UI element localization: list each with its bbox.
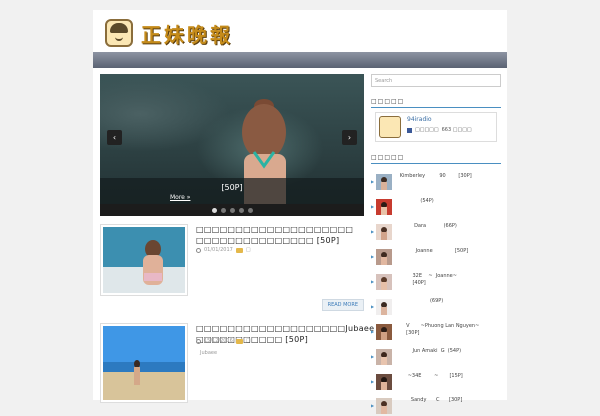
list-item[interactable]: ▶ Dara (66P) <box>371 222 501 242</box>
bullet-arrow-icon: ▶ <box>371 329 375 334</box>
bullet-arrow-icon: ▶ <box>371 179 375 184</box>
post-meta: 15/12/2016 □ <box>196 338 251 344</box>
post-thumbnail-image <box>103 227 185 293</box>
featured-slider[interactable]: [50P] More » ‹ › <box>100 74 364 216</box>
list-thumbnail <box>376 224 392 240</box>
list-item-title: ~34E ~ [15P] <box>395 373 463 379</box>
list-thumbnail <box>376 249 392 265</box>
list-item-title: Kimberley 90 [30P] <box>395 173 472 179</box>
post-category[interactable]: □ <box>246 338 251 344</box>
slider-pager <box>100 204 364 216</box>
widget-title: □□□□□ <box>371 98 501 108</box>
list-thumbnail <box>376 299 392 315</box>
slider-next-button[interactable]: › <box>342 130 357 145</box>
read-more-button[interactable]: READ MORE <box>321 299 364 311</box>
post-thumbnail-image <box>103 326 185 400</box>
list-item-title: Joanne [50P] <box>395 248 469 254</box>
list-item-title: Sandy C [30P] <box>395 397 463 403</box>
bullet-arrow-icon: ▶ <box>371 354 375 359</box>
page-name[interactable]: 94iradio <box>407 116 432 123</box>
post-category[interactable]: □ <box>246 247 251 253</box>
logo-face-icon <box>105 19 133 47</box>
list-thumbnail <box>376 274 392 290</box>
slider-dot[interactable] <box>220 208 226 213</box>
bullet-arrow-icon: ▶ <box>371 304 375 309</box>
fb-page-widget[interactable]: 94iradio □□□□□ 663 □□□□ <box>375 112 497 142</box>
page-container: 正妹晚報 [50P] More » ‹ › □□□□□□□□□□□□□□□□□□… <box>93 10 507 414</box>
list-thumbnail <box>376 349 392 365</box>
post-thumbnail[interactable] <box>100 323 188 403</box>
bullet-arrow-icon: ▶ <box>371 279 375 284</box>
slider-dot[interactable] <box>247 208 253 213</box>
slider-dot[interactable] <box>229 208 235 213</box>
page-avatar[interactable] <box>379 116 401 138</box>
facebook-icon <box>407 127 412 133</box>
search-input[interactable]: Search <box>371 74 501 87</box>
clock-icon <box>196 247 201 253</box>
slide-caption: [50P] More » <box>100 178 364 204</box>
slider-dots <box>100 208 364 213</box>
list-item[interactable]: ▶ Kimberley 90 [30P] <box>371 172 501 192</box>
site-title: 正妹晚報 <box>141 22 233 47</box>
slider-prev-button[interactable]: ‹ <box>107 130 122 145</box>
clock-icon <box>196 338 201 344</box>
slide-title[interactable]: [50P] <box>100 183 364 192</box>
page-stats: □□□□□ 663 □□□□ <box>407 127 472 133</box>
list-item-title: Jun Amaki G (54P) <box>395 348 462 354</box>
post-thumbnail[interactable] <box>100 224 188 296</box>
fb-like-text[interactable]: □□□□□ <box>415 127 439 133</box>
list-item[interactable]: ▶ V ~Phuong Lan Nguyen~ [30P] <box>371 322 501 342</box>
list-item[interactable]: ▶ (54P) <box>371 197 501 217</box>
list-thumbnail <box>376 199 392 215</box>
list-item-title: Dara (66P) <box>395 223 457 229</box>
post-item: □□□□□□□□□□□□□□□□□□□□ □□□□□□□□□□□□□□□ [50… <box>100 224 364 316</box>
post-excerpt-text: Jubaee <box>200 350 218 356</box>
post-excerpt: Jubaee <box>200 350 217 356</box>
post-item: □□□□□□□□□□□□□□□□□□□Jubaee □□□□□□□□□□□ [5… <box>100 323 374 403</box>
bullet-arrow-icon: ▶ <box>371 379 375 384</box>
folder-icon <box>235 247 243 253</box>
slide-more-link[interactable]: More » <box>170 194 190 201</box>
list-thumbnail <box>376 174 392 190</box>
list-item[interactable]: ▶ Joanne [50P] <box>371 247 501 267</box>
like-count: 663 □□□□ <box>441 127 472 133</box>
bullet-arrow-icon: ▶ <box>371 204 375 209</box>
slider-dot[interactable] <box>211 208 217 213</box>
list-item[interactable]: ▶ 32E ~ Joanne~ [40P] <box>371 272 501 292</box>
nav-bar[interactable] <box>93 52 507 68</box>
post-date: 01/01/2017 <box>204 247 233 253</box>
list-item-title: (69P) <box>395 298 444 304</box>
list-thumbnail <box>376 398 392 414</box>
list-item-title: 32E ~ Joanne~ [40P] <box>412 273 457 286</box>
post-title[interactable]: □□□□□□□□□□□□□□□□□□□□ □□□□□□□□□□□□□□□ [50… <box>196 224 364 246</box>
site-logo[interactable]: 正妹晚報 <box>105 17 233 49</box>
slider-dot[interactable] <box>238 208 244 213</box>
post-meta: 01/01/2017 □ <box>196 247 251 253</box>
list-thumbnail <box>376 324 392 340</box>
list-item[interactable]: ▶ Jun Amaki G (54P) <box>371 347 501 367</box>
folder-icon <box>235 338 243 344</box>
widget-title: □□□□□ <box>371 154 501 164</box>
bullet-arrow-icon: ▶ <box>371 254 375 259</box>
list-item[interactable]: ▶ ~34E ~ [15P] <box>371 372 501 392</box>
list-item[interactable]: ▶ (69P) <box>371 297 501 317</box>
list-item[interactable]: ▶ Sandy C [30P] <box>371 396 501 416</box>
list-item-title: V ~Phuong Lan Nguyen~ [30P] <box>406 323 480 336</box>
list-item-title: (54P) <box>395 198 434 204</box>
bullet-arrow-icon: ▶ <box>371 229 375 234</box>
list-thumbnail <box>376 374 392 390</box>
bullet-arrow-icon: ▶ <box>371 403 375 408</box>
post-date: 15/12/2016 <box>204 338 233 344</box>
